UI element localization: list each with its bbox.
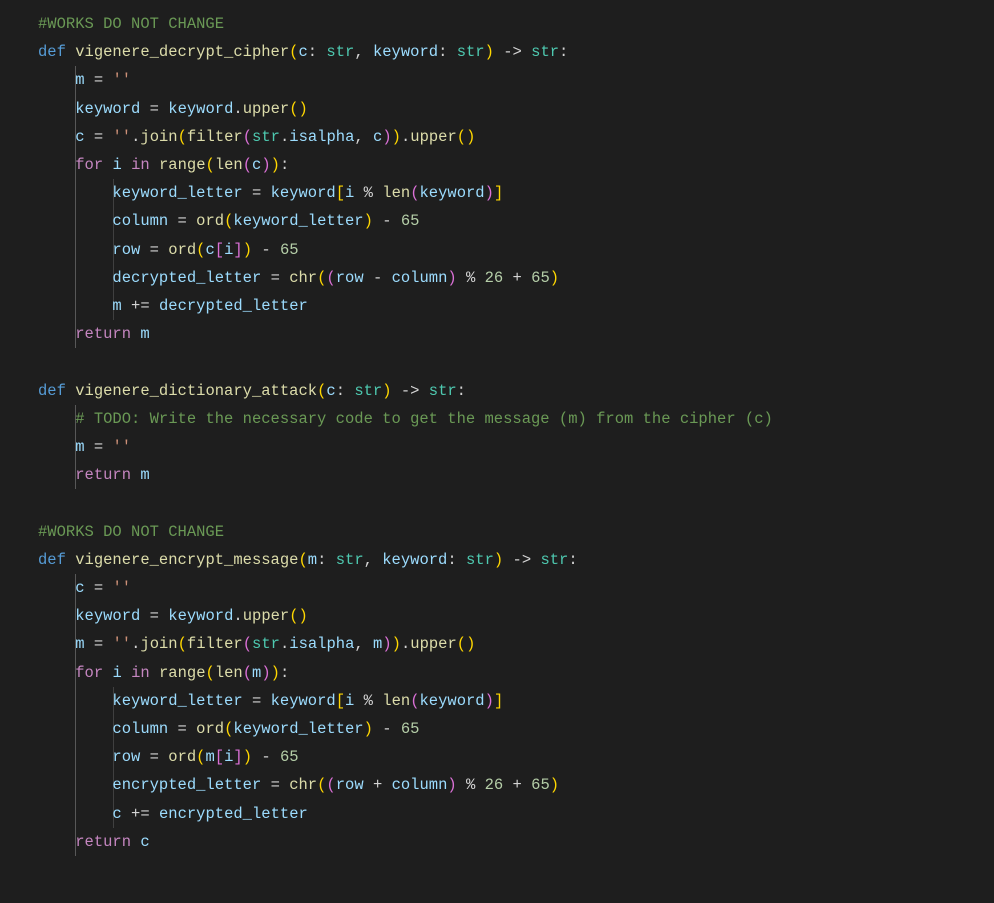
- code-line[interactable]: m = '': [38, 433, 994, 461]
- code-line[interactable]: m = '': [38, 66, 994, 94]
- string-literal: '': [112, 71, 131, 89]
- code-line[interactable]: decrypted_letter = chr((row - column) % …: [38, 264, 994, 292]
- keyword-for: for: [75, 156, 103, 174]
- code-line[interactable]: column = ord(keyword_letter) - 65: [38, 715, 994, 743]
- blank-line[interactable]: [38, 348, 994, 376]
- keyword-def: def: [38, 43, 66, 61]
- type: str: [326, 43, 354, 61]
- code-line[interactable]: def vigenere_decrypt_cipher(c: str, keyw…: [38, 38, 994, 66]
- code-line[interactable]: return m: [38, 320, 994, 348]
- param: keyword: [373, 43, 438, 61]
- code-line[interactable]: row = ord(c[i]) - 65: [38, 236, 994, 264]
- code-line[interactable]: encrypted_letter = chr((row + column) % …: [38, 771, 994, 799]
- code-line[interactable]: keyword_letter = keyword[i % len(keyword…: [38, 179, 994, 207]
- number-literal: 65: [401, 212, 420, 230]
- function-name: vigenere_encrypt_message: [75, 551, 298, 569]
- code-line[interactable]: m += decrypted_letter: [38, 292, 994, 320]
- code-line[interactable]: c = ''.join(filter(str.isalpha, c)).uppe…: [38, 123, 994, 151]
- function-name: vigenere_dictionary_attack: [75, 382, 317, 400]
- todo-comment: # TODO: Write the necessary code to get …: [75, 410, 773, 428]
- code-line[interactable]: for i in range(len(m)):: [38, 659, 994, 687]
- code-line[interactable]: # TODO: Write the necessary code to get …: [38, 405, 994, 433]
- code-line[interactable]: c += encrypted_letter: [38, 800, 994, 828]
- code-line[interactable]: keyword = keyword.upper(): [38, 95, 994, 123]
- code-line[interactable]: return c: [38, 828, 994, 856]
- code-line[interactable]: #WORKS DO NOT CHANGE: [38, 518, 994, 546]
- function-name: vigenere_decrypt_cipher: [75, 43, 289, 61]
- code-line[interactable]: row = ord(m[i]) - 65: [38, 743, 994, 771]
- code-line[interactable]: m = ''.join(filter(str.isalpha, m)).uppe…: [38, 630, 994, 658]
- comment: #WORKS DO NOT CHANGE: [38, 523, 224, 541]
- code-line[interactable]: def vigenere_dictionary_attack(c: str) -…: [38, 377, 994, 405]
- code-line[interactable]: for i in range(len(c)):: [38, 151, 994, 179]
- code-line[interactable]: keyword_letter = keyword[i % len(keyword…: [38, 687, 994, 715]
- code-line[interactable]: c = '': [38, 574, 994, 602]
- param: c: [298, 43, 307, 61]
- code-line[interactable]: return m: [38, 461, 994, 489]
- comment: #WORKS DO NOT CHANGE: [38, 15, 224, 33]
- code-line[interactable]: column = ord(keyword_letter) - 65: [38, 207, 994, 235]
- keyword-return: return: [75, 325, 131, 343]
- blank-line[interactable]: [38, 489, 994, 517]
- code-line[interactable]: keyword = keyword.upper(): [38, 602, 994, 630]
- code-editor[interactable]: #WORKS DO NOT CHANGE def vigenere_decryp…: [0, 10, 994, 856]
- code-line[interactable]: def vigenere_encrypt_message(m: str, key…: [38, 546, 994, 574]
- code-line[interactable]: #WORKS DO NOT CHANGE: [38, 10, 994, 38]
